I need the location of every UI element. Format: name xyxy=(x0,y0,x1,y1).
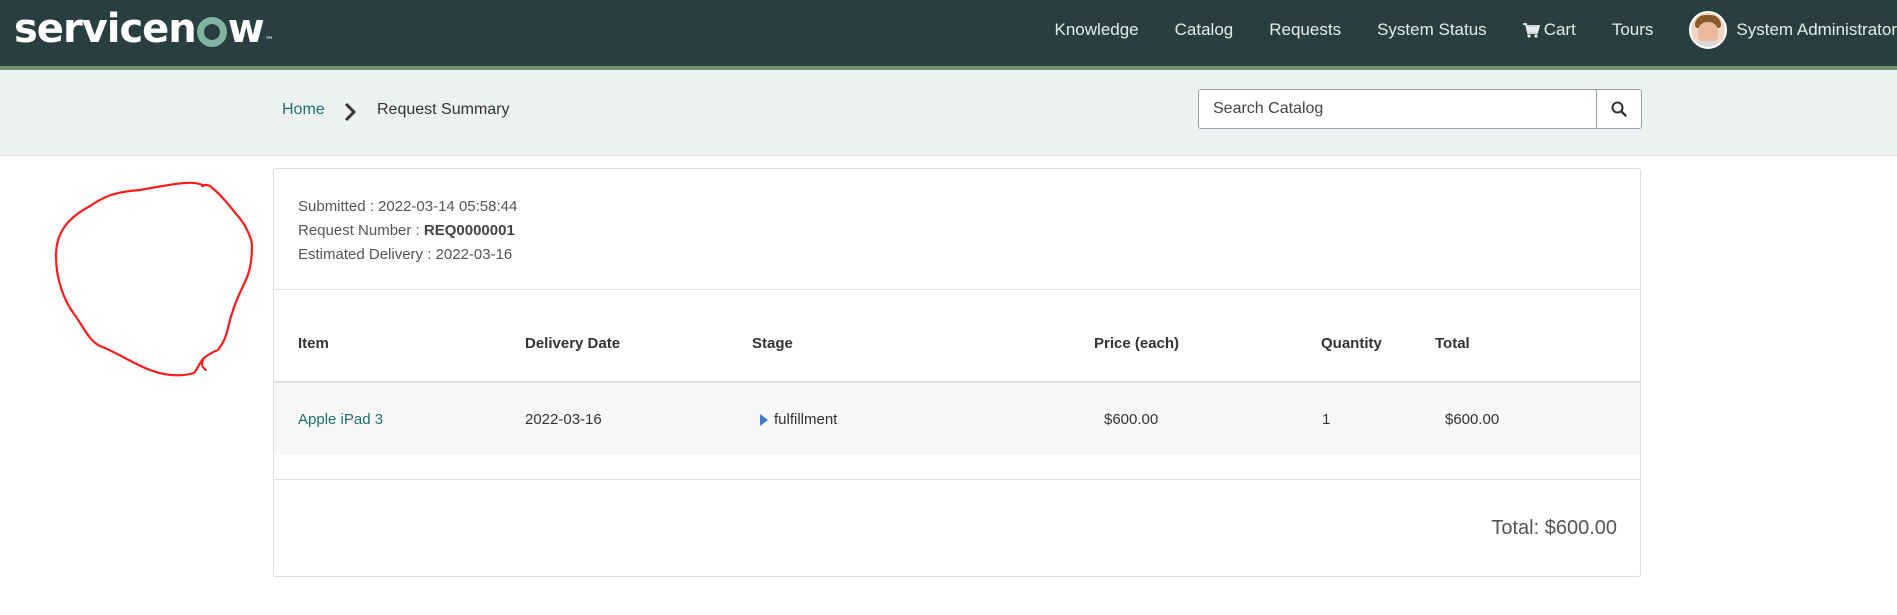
divider xyxy=(274,479,1640,480)
table-row xyxy=(274,383,1640,455)
item-link[interactable]: Apple iPad 3 xyxy=(298,411,383,428)
servicenow-logo[interactable]: servicen w ™ xyxy=(14,4,274,54)
column-header-delivery-date: Delivery Date xyxy=(525,335,621,352)
column-header-stage: Stage xyxy=(752,335,793,352)
request-meta: Submitted : 2022-03-14 05:58:44 Request … xyxy=(298,195,517,267)
user-name: System Administrator xyxy=(1736,20,1897,39)
estimated-delivery-value: 2022-03-16 xyxy=(435,246,513,263)
play-arrow-icon[interactable] xyxy=(760,414,768,426)
column-header-item: Item xyxy=(298,335,329,352)
submitted-line: Submitted : 2022-03-14 05:58:44 xyxy=(298,195,517,219)
top-navigation-bar: servicen w ™ Knowledge Catalog Requests Sy… xyxy=(0,0,1897,70)
request-summary-panel: Submitted : 2022-03-14 05:58:44 Request … xyxy=(273,168,1641,577)
column-header-price: Price (each) xyxy=(1094,335,1180,352)
column-header-total: Total xyxy=(1435,335,1470,352)
catalog-search xyxy=(1198,89,1642,129)
estimated-delivery-line: Estimated Delivery : 2022-03-16 xyxy=(298,243,517,267)
avatar xyxy=(1689,11,1728,49)
row-stage[interactable]: fulfillment xyxy=(774,411,837,428)
logo-text-start: servicen xyxy=(14,6,197,52)
user-menu[interactable]: System Administrator xyxy=(1689,11,1897,49)
nav-cart[interactable]: Cart xyxy=(1522,20,1576,40)
breadcrumb-bar: Home Request Summary xyxy=(0,70,1897,156)
submitted-value: 2022-03-14 05:58:44 xyxy=(378,198,518,215)
row-total: $600.00 xyxy=(1445,411,1500,428)
request-number-line: Request Number : REQ0000001 xyxy=(298,219,517,243)
row-delivery-date: 2022-03-16 xyxy=(525,411,602,428)
breadcrumb-current: Request Summary xyxy=(377,101,510,118)
search-input[interactable] xyxy=(1198,89,1596,129)
logo-ring-icon xyxy=(196,17,227,47)
breadcrumb-home-link[interactable]: Home xyxy=(282,101,325,119)
grand-total: Total: $600.00 xyxy=(1491,517,1617,539)
chevron-right-icon xyxy=(344,102,356,122)
main-nav: Knowledge Catalog Requests System Status… xyxy=(1055,0,1897,60)
row-quantity: 1 xyxy=(1322,411,1331,428)
request-number-value: REQ0000001 xyxy=(423,222,515,239)
nav-cart-label: Cart xyxy=(1543,20,1576,39)
nav-tours[interactable]: Tours xyxy=(1612,20,1654,40)
nav-requests[interactable]: Requests xyxy=(1269,20,1341,40)
nav-system-status[interactable]: System Status xyxy=(1377,20,1487,40)
logo-text-end: w xyxy=(227,6,265,52)
nav-catalog[interactable]: Catalog xyxy=(1175,20,1234,40)
logo-trademark: ™ xyxy=(264,36,274,46)
submitted-label: Submitted : xyxy=(298,198,379,215)
request-number-label: Request Number : xyxy=(298,222,424,239)
cart-icon xyxy=(1522,22,1540,38)
row-price: $600.00 xyxy=(1104,411,1159,428)
search-icon xyxy=(1611,101,1627,117)
search-button[interactable] xyxy=(1596,89,1642,129)
divider xyxy=(274,289,1640,290)
estimated-delivery-label: Estimated Delivery : xyxy=(298,246,436,263)
column-header-quantity: Quantity xyxy=(1321,335,1382,352)
nav-knowledge[interactable]: Knowledge xyxy=(1055,20,1139,40)
